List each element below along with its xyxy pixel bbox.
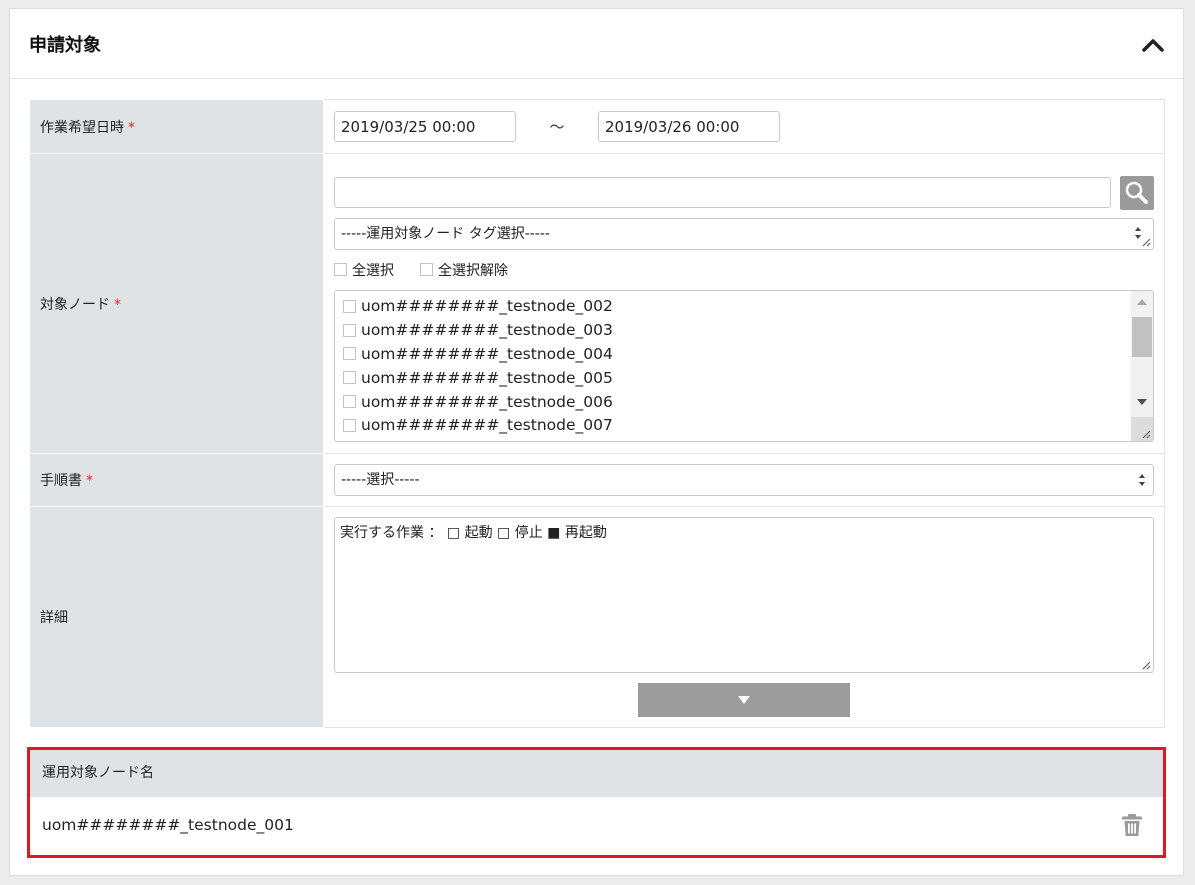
select-all-label: 全選択 (352, 262, 394, 279)
nodes-label-text: 対象ノード (40, 296, 110, 313)
procedure-select-value: -----選択----- (341, 472, 420, 488)
panel-header: 申請対象 (10, 9, 1183, 79)
node-search-input[interactable] (334, 177, 1112, 208)
deselect-all-label: 全選択解除 (438, 262, 508, 279)
node-checkbox[interactable] (343, 347, 356, 361)
tag-select-value: -----運用対象ノード タグ選択----- (341, 225, 550, 242)
procedure-label: 手順書 * (30, 453, 324, 507)
select-all-checkbox[interactable] (334, 263, 347, 276)
schedule-label: 作業希望日時 * (30, 99, 324, 154)
nodes-label: 対象ノード * (30, 153, 324, 454)
start-datetime-input[interactable] (334, 111, 516, 142)
resize-grip-icon[interactable] (1141, 429, 1151, 439)
selected-nodes-header: 運用対象ノード名 (30, 750, 1163, 797)
schedule-row: 作業希望日時* ～ (30, 99, 1165, 154)
list-item[interactable]: uom########_testnode_007 (335, 413, 1153, 437)
list-item[interactable]: uom########_testnode_004 (335, 342, 1153, 366)
node-checkbox[interactable] (343, 323, 356, 337)
list-item[interactable]: uom########_testnode_002 (335, 295, 1153, 319)
search-icon (1125, 181, 1149, 204)
node-list[interactable]: uom########_testnode_002 uom########_tes… (334, 289, 1154, 442)
node-checkbox[interactable] (343, 395, 356, 409)
chevron-up-icon[interactable] (1141, 37, 1165, 53)
detail-label: 詳細 (30, 506, 324, 728)
list-item[interactable]: uom########_testnode_006 (335, 390, 1153, 414)
resize-grip-icon[interactable] (1141, 237, 1151, 247)
caret-down-icon (738, 696, 750, 704)
node-checkbox[interactable] (343, 418, 356, 432)
table-row: uom########_testnode_001 (30, 797, 1163, 855)
node-name: uom########_testnode_006 (361, 392, 613, 411)
tag-select[interactable]: -----運用対象ノード タグ選択----- (334, 217, 1154, 250)
node-name: uom########_testnode_004 (361, 344, 613, 363)
detail-row: 詳細 実行する作業 ： □ 起動 □ 停止 ■ 再起動 (30, 506, 1165, 728)
scroll-thumb[interactable] (1132, 316, 1152, 357)
select-arrows-icon (1139, 474, 1145, 486)
node-name: uom########_testnode_007 (361, 416, 613, 435)
schedule-field: ～ (323, 99, 1165, 154)
procedure-field: -----選択----- (323, 453, 1165, 507)
node-checkbox[interactable] (343, 299, 356, 313)
select-all-option[interactable]: 全選択 (334, 260, 394, 280)
expand-button[interactable] (638, 683, 850, 717)
request-form: 作業希望日時* ～ 対象ノード* (30, 99, 1165, 728)
detail-textarea[interactable]: 実行する作業 ： □ 起動 □ 停止 ■ 再起動 (334, 517, 1154, 673)
scroll-corner (1131, 416, 1153, 441)
detail-label-text: 詳細 (40, 610, 68, 626)
resize-grip-icon[interactable] (1141, 660, 1151, 670)
procedure-row: 手順書 * -----選択----- (30, 453, 1165, 507)
scroll-down-arrow-icon[interactable] (1137, 398, 1147, 405)
schedule-label-text: 作業希望日時 (40, 119, 124, 136)
list-item[interactable]: uom########_testnode_005 (335, 366, 1153, 390)
procedure-select[interactable]: -----選択----- (334, 464, 1154, 496)
required-mark: * (114, 296, 121, 313)
node-name: uom########_testnode_005 (361, 368, 613, 387)
deselect-all-option[interactable]: 全選択解除 (420, 260, 508, 280)
trash-icon[interactable] (1121, 813, 1143, 837)
scroll-up-arrow-icon[interactable] (1137, 298, 1147, 305)
range-separator: ～ (549, 118, 565, 136)
required-mark: * (86, 473, 93, 489)
panel-title: 申請対象 (29, 35, 101, 56)
nodes-row: 対象ノード * -----運用対象ノード タグ選択----- 全選択 全選択解除… (30, 153, 1165, 454)
application-target-panel: 申請対象 作業希望日時* ～ 対象ノード* (9, 8, 1184, 876)
node-checkbox[interactable] (343, 371, 356, 385)
required-mark: * (128, 119, 135, 136)
procedure-label-text: 手順書 (40, 473, 82, 489)
detail-text: 実行する作業 ： □ 起動 □ 停止 ■ 再起動 (340, 525, 607, 541)
selected-node-name: uom########_testnode_001 (42, 816, 294, 834)
list-item[interactable]: uom########_testnode_003 (335, 318, 1153, 342)
node-name: uom########_testnode_002 (361, 297, 613, 316)
selected-nodes-box: 運用対象ノード名 uom########_testnode_001 (27, 747, 1166, 858)
deselect-all-checkbox[interactable] (420, 263, 433, 276)
node-name: uom########_testnode_003 (361, 321, 613, 340)
detail-field: 実行する作業 ： □ 起動 □ 停止 ■ 再起動 (323, 506, 1165, 728)
search-button[interactable] (1120, 175, 1154, 210)
end-datetime-input[interactable] (598, 111, 780, 142)
nodes-field: -----運用対象ノード タグ選択----- 全選択 全選択解除 uom####… (323, 153, 1165, 454)
